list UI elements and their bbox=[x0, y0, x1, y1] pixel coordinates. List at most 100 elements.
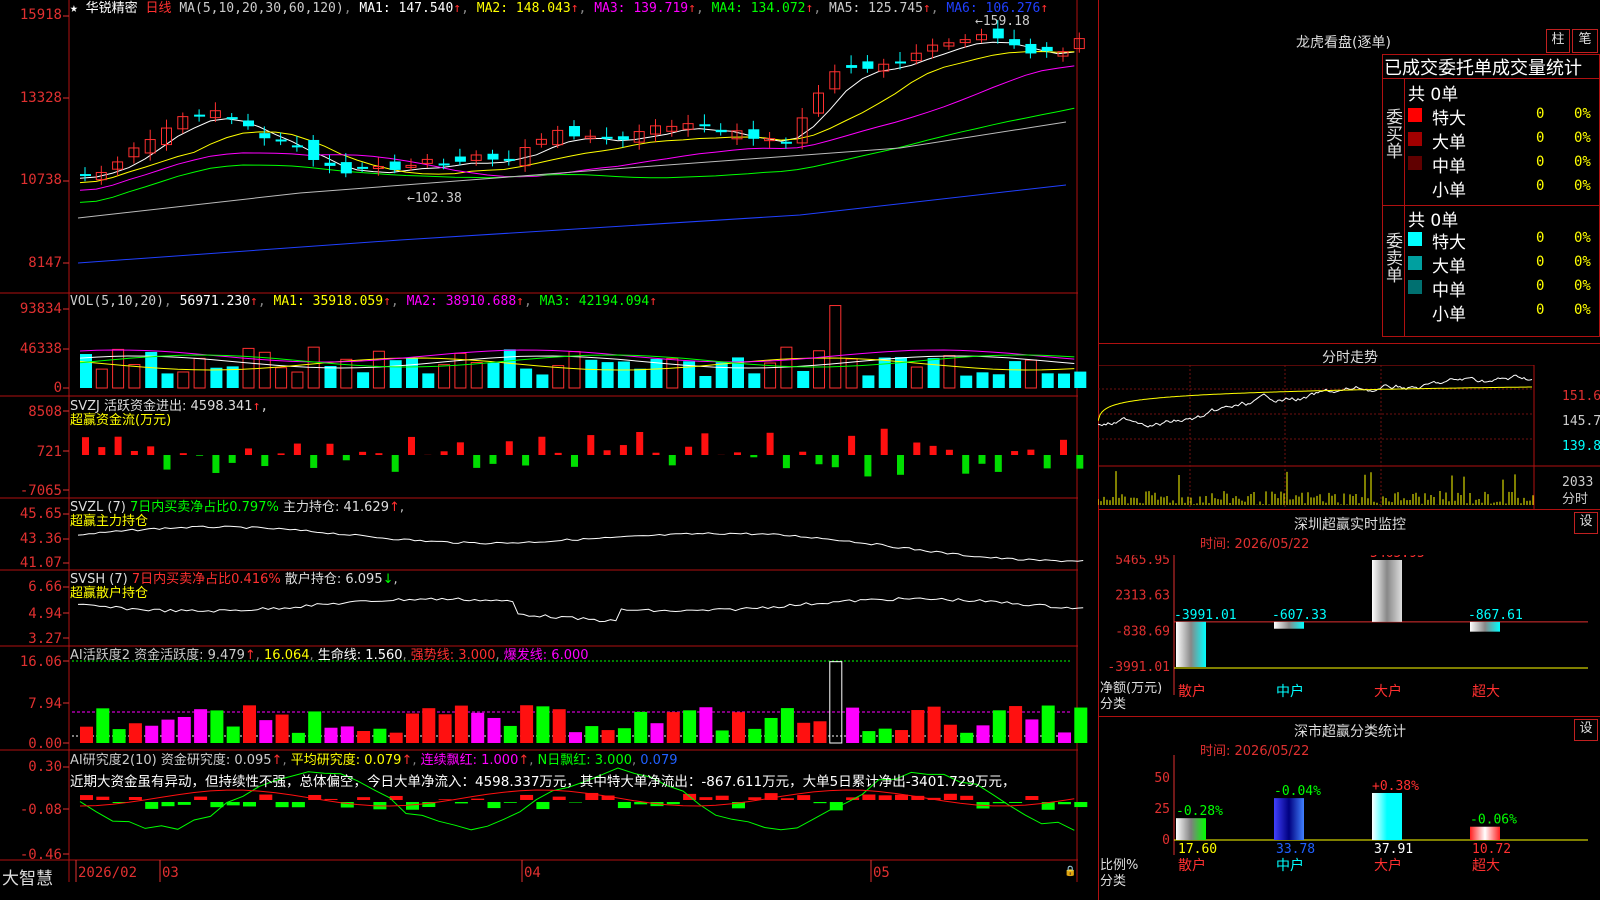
color-swatch bbox=[1408, 108, 1422, 122]
pen-mode-button[interactable]: 笔 bbox=[1572, 29, 1598, 53]
star-icon[interactable]: ★ bbox=[70, 1, 78, 16]
order-pct: 0% bbox=[1574, 130, 1591, 146]
activity-bar bbox=[780, 708, 794, 743]
value-label: 10.72 bbox=[1472, 842, 1511, 857]
volume-bar bbox=[1058, 373, 1070, 388]
legend-arrow: ↑ bbox=[401, 753, 413, 768]
value-bar bbox=[1274, 621, 1304, 629]
volume-bar bbox=[1041, 373, 1054, 388]
volume-bar bbox=[372, 350, 385, 389]
volume-bar bbox=[357, 372, 370, 388]
volume-bar bbox=[976, 372, 989, 388]
volume-bar bbox=[878, 357, 891, 388]
legend-item: MA1: 147.540 bbox=[359, 1, 454, 16]
vol-legend: VOL(5,10,20), 56971.230↑, MA1: 35918.059… bbox=[70, 294, 658, 309]
date-axis-label: 03 bbox=[162, 865, 179, 881]
fund-flow-bar bbox=[994, 455, 1002, 472]
svzl-axis-label: 45.65 bbox=[19, 506, 62, 522]
fund-flow-bar bbox=[815, 455, 823, 465]
svzl-axis-label: 41.07 bbox=[19, 555, 62, 571]
lock-icon[interactable]: 🔒 bbox=[1064, 866, 1076, 877]
value-bar bbox=[1176, 621, 1206, 667]
order-size-label: 特大 bbox=[1432, 109, 1466, 129]
order-pct: 0% bbox=[1574, 106, 1591, 122]
volume-bar bbox=[128, 364, 141, 389]
volume-bar bbox=[617, 361, 630, 388]
activity-bar bbox=[177, 716, 191, 743]
legend-item: 生命线: 1.560 bbox=[317, 648, 403, 663]
fund-flow-bar bbox=[179, 453, 187, 455]
research-bar bbox=[406, 802, 419, 810]
order-count: 0 bbox=[1536, 254, 1545, 270]
sz-monitor-chart: 5465.95 2313.63 -838.69 -3991.01 -3991.01 散户 -… bbox=[1107, 555, 1588, 700]
sz-monitor-ylabel: 净额(万元) bbox=[1100, 681, 1163, 696]
candle-body bbox=[1025, 43, 1037, 54]
svsh-axis-label: 3.27 bbox=[28, 631, 62, 647]
volume-bar bbox=[520, 368, 533, 388]
order-count: 0 bbox=[1536, 106, 1545, 122]
order-count: 0 bbox=[1536, 130, 1545, 146]
sz-class-settings-button[interactable]: 设 bbox=[1574, 719, 1598, 741]
activity-bar bbox=[259, 720, 273, 743]
fund-flow-bar bbox=[603, 450, 611, 455]
activity-bar bbox=[96, 708, 110, 743]
volume-bar bbox=[177, 371, 190, 389]
change-label: -0.04% bbox=[1274, 784, 1321, 799]
activity-bar bbox=[308, 711, 322, 743]
fund-flow-bar bbox=[456, 442, 464, 455]
legend-item: MA3: 139.719 bbox=[594, 1, 689, 16]
intraday-axis-label: 151.6 bbox=[1562, 389, 1600, 404]
candle-body bbox=[895, 61, 906, 64]
activity-bar bbox=[210, 710, 224, 743]
volume-bar bbox=[585, 359, 598, 388]
sz-monitor-settings-button[interactable]: 设 bbox=[1574, 512, 1598, 534]
volume-bar bbox=[699, 375, 712, 388]
ma-line bbox=[79, 50, 1075, 184]
period-label[interactable]: 日线 bbox=[146, 1, 172, 16]
change-label: +0.38% bbox=[1372, 779, 1419, 794]
research-bar bbox=[80, 795, 93, 800]
research-bar bbox=[780, 798, 794, 800]
sz-class-chart: 7550250-0.28%17.60散户-0.04%33.78中户+0.38%3… bbox=[1154, 755, 1588, 874]
volume-bar bbox=[291, 371, 304, 389]
activity-bar bbox=[666, 712, 680, 743]
research-bar bbox=[862, 794, 876, 800]
volume-bar bbox=[470, 362, 483, 389]
legend-arrow: ↑ bbox=[250, 294, 258, 309]
sz-class-title: 深市超赢分类统计 bbox=[1294, 724, 1406, 740]
svsh-axis-label: 6.66 bbox=[28, 579, 62, 595]
activity-bar bbox=[862, 731, 876, 743]
candle-body bbox=[308, 139, 320, 160]
price-axis-label: 15918 bbox=[19, 7, 62, 23]
value-label: 33.78 bbox=[1276, 842, 1315, 857]
fund-flow-bar bbox=[114, 436, 122, 455]
intraday-axis-label: 145.7 bbox=[1562, 414, 1600, 429]
activity-bar bbox=[1025, 719, 1039, 743]
activity-bar bbox=[732, 712, 745, 743]
fund-flow-bar bbox=[782, 455, 790, 469]
y-tick-label: -3991.01 bbox=[1107, 660, 1170, 675]
order-pct: 0% bbox=[1574, 230, 1591, 246]
candle-body bbox=[846, 65, 858, 68]
activity-bar bbox=[520, 705, 534, 743]
fund-flow-bar bbox=[945, 449, 953, 455]
intraday-vol-unit: 分时 bbox=[1562, 492, 1589, 507]
category-label: 中户 bbox=[1276, 683, 1304, 700]
color-swatch bbox=[1408, 232, 1422, 246]
research-bar bbox=[715, 795, 729, 800]
category-label: 超大 bbox=[1472, 684, 1500, 700]
svzj-legend: SVZJ 活跃资金进出: 4598.341↑, bbox=[70, 399, 269, 414]
bar-mode-button[interactable]: 柱 bbox=[1546, 29, 1570, 53]
fund-flow-bar bbox=[978, 455, 986, 464]
color-swatch bbox=[1408, 280, 1422, 294]
legend-item: MA3: 42194.094 bbox=[539, 294, 650, 309]
fund-flow-bar bbox=[587, 435, 595, 455]
activity-bar bbox=[569, 732, 582, 743]
svzj-axis-label: -7065 bbox=[19, 483, 62, 499]
high-price-mark: ←159.18 bbox=[975, 14, 1030, 29]
legend-item: MA2: 38910.688 bbox=[406, 294, 517, 309]
activity-bar bbox=[650, 723, 664, 743]
fund-flow-bar bbox=[212, 455, 220, 473]
candle-body bbox=[243, 120, 254, 127]
intraday-chart[interactable] bbox=[1098, 365, 1600, 510]
